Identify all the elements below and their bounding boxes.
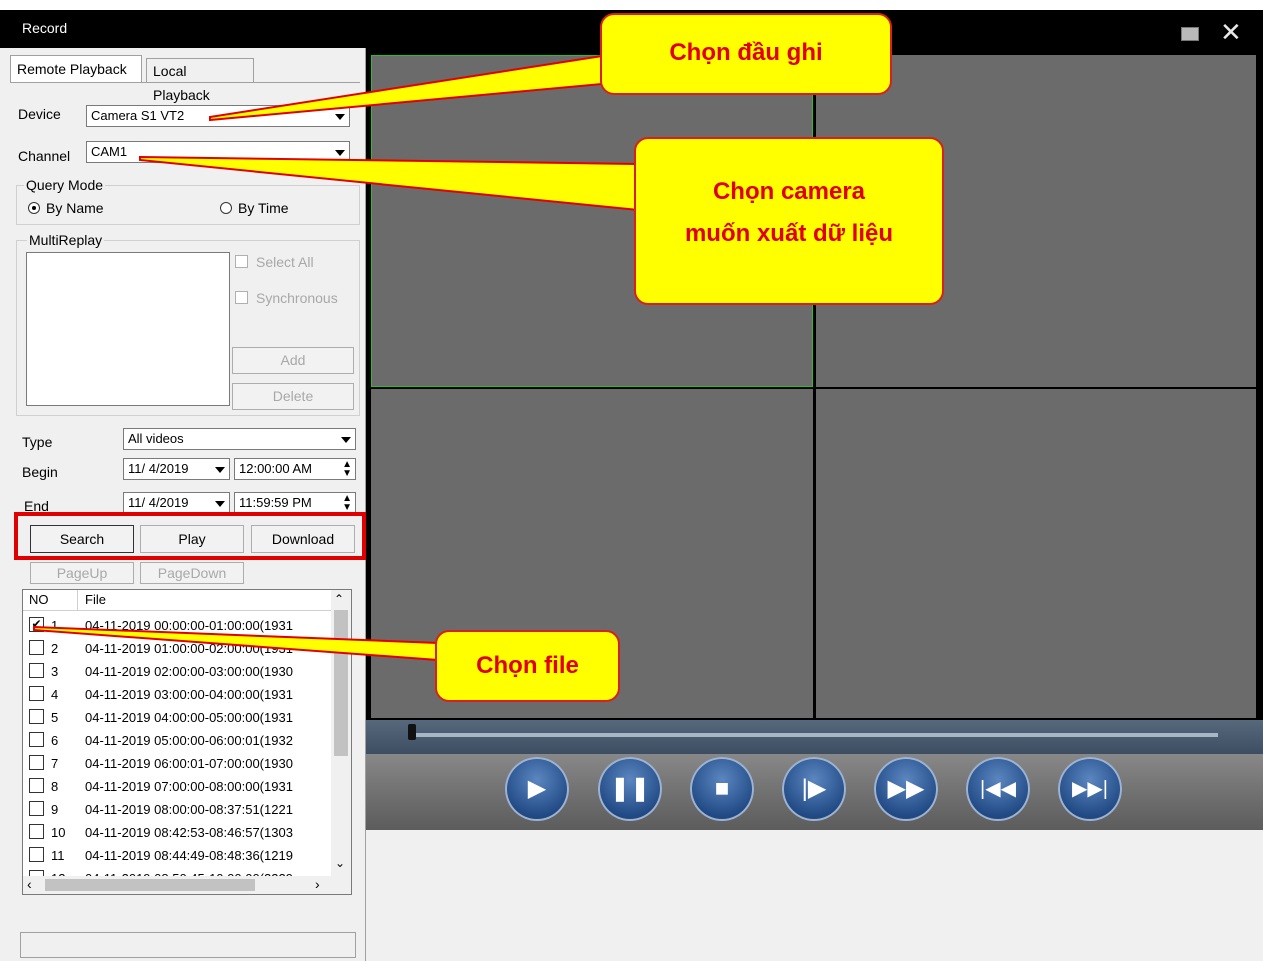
callout-connectors <box>33 54 639 662</box>
callout-camera-line1: Chọn camera <box>712 178 866 205</box>
callout-device: Chọn đầu ghi <box>600 13 892 95</box>
callout-file: Chọn file <box>435 630 620 702</box>
callout-camera-line2: muốn xuất dữ liệu <box>684 220 894 247</box>
callout-camera: Chọn camera muốn xuất dữ liệu <box>634 137 944 305</box>
